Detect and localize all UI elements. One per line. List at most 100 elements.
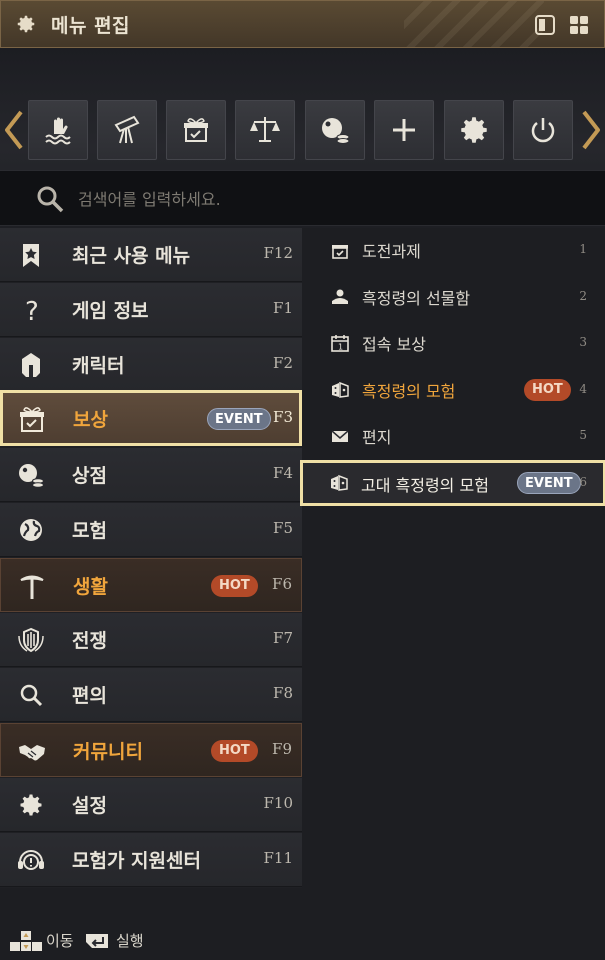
question-icon: ? — [25, 297, 39, 324]
quick-slot-3[interactable] — [166, 100, 226, 160]
plus-icon — [393, 119, 415, 141]
menu-item-war[interactable]: 전쟁 F7 — [0, 613, 302, 667]
sub-item-ancient-spirit-adventure[interactable]: 고대 흑정령의 모험 EVENT 6 — [300, 460, 605, 506]
svg-text:1: 1 — [338, 343, 343, 352]
sub-item-challenges[interactable]: 도전과제 1 — [302, 228, 605, 272]
shortcut-key: F4 — [273, 464, 293, 482]
gift-check-icon — [332, 245, 348, 259]
search-bar — [0, 170, 605, 226]
quick-slot-7[interactable] — [444, 100, 504, 160]
quick-slot-6[interactable] — [374, 100, 434, 160]
sub-item-label: 흑정령의 모험 — [362, 382, 456, 401]
menu-item-community[interactable]: 커뮤니티 HOT F9 — [0, 723, 302, 777]
sub-item-mail[interactable]: 편지 5 — [302, 414, 605, 458]
sub-item-label: 고대 흑정령의 모험 — [361, 476, 489, 495]
quick-slot-5[interactable] — [305, 100, 365, 160]
category-menu: 최근 사용 메뉴 F12 ? 게임 정보 F1 캐릭터 F2 보상 EVENT … — [0, 228, 302, 888]
menu-item-label: 최근 사용 메뉴 — [72, 245, 191, 267]
spirit-gift-icon — [332, 289, 348, 304]
gear-icon — [17, 15, 35, 33]
gift-box-icon — [184, 118, 208, 142]
footer-hints: 이동 실행 — [0, 888, 605, 960]
sub-item-label: 흑정령의 선물함 — [362, 289, 471, 308]
sub-item-number: 4 — [579, 382, 587, 396]
shop-coins-icon — [19, 464, 44, 488]
quick-slot-2[interactable] — [97, 100, 157, 160]
headset-icon — [18, 850, 44, 870]
envelope-icon — [331, 430, 349, 442]
sub-item-spirit-adventure[interactable]: 흑정령의 모험 HOT 4 — [302, 368, 605, 412]
scroll-telescope-icon — [114, 115, 140, 144]
chevron-right-icon[interactable] — [580, 110, 602, 150]
sub-item-spirit-gift[interactable]: 흑정령의 선물함 2 — [302, 275, 605, 319]
grid-layout-icon[interactable] — [568, 14, 590, 36]
sub-item-login-reward[interactable]: 1 접속 보상 3 — [302, 321, 605, 365]
search-icon — [37, 186, 64, 213]
menu-item-label: 편의 — [72, 685, 107, 707]
sub-item-number: 1 — [579, 242, 587, 256]
magnifier-icon — [20, 684, 43, 707]
sidebar-layout-icon[interactable] — [534, 14, 556, 36]
scales-icon — [250, 117, 280, 142]
menu-item-game-info[interactable]: ? 게임 정보 F1 — [0, 283, 302, 337]
chevron-left-icon[interactable] — [3, 110, 25, 150]
menu-item-life[interactable]: 생활 HOT F6 — [0, 558, 302, 612]
menu-item-label: 전쟁 — [72, 630, 107, 652]
sub-menu: 도전과제 1 흑정령의 선물함 2 1 접속 보상 3 흑정령의 모험 HOT … — [300, 228, 605, 960]
handshake-icon — [19, 745, 45, 761]
menu-item-shop[interactable]: 상점 F4 — [0, 448, 302, 502]
pickaxe-icon — [20, 575, 44, 599]
helmet-icon — [22, 353, 40, 377]
menu-item-support[interactable]: 모험가 지원센터 F11 — [0, 833, 302, 887]
title-decoration — [404, 1, 544, 47]
menu-item-convenience[interactable]: 편의 F8 — [0, 668, 302, 722]
shop-coins-icon — [322, 118, 350, 144]
shortcut-key: F1 — [273, 299, 293, 317]
menu-item-settings[interactable]: 설정 F10 — [0, 778, 302, 832]
sub-item-number: 6 — [579, 475, 587, 489]
menu-item-label: 보상 — [73, 409, 108, 431]
menu-item-adventure[interactable]: 모험 F5 — [0, 503, 302, 557]
gear-icon — [20, 794, 42, 816]
enter-key-icon — [86, 934, 108, 948]
menu-item-label: 모험 — [72, 520, 107, 542]
menu-item-character[interactable]: 캐릭터 F2 — [0, 338, 302, 392]
bookmark-star-icon — [23, 244, 39, 267]
calendar-icon: 1 — [331, 335, 349, 352]
menu-item-label: 생활 — [73, 576, 108, 598]
window-title: 메뉴 편집 — [51, 15, 131, 37]
menu-item-recent[interactable]: 최근 사용 메뉴 F12 — [0, 228, 302, 282]
menu-item-label: 모험가 지원센터 — [72, 850, 201, 872]
quick-slot-8[interactable] — [513, 100, 573, 160]
sub-item-label: 편지 — [362, 428, 392, 447]
sub-item-label: 접속 보상 — [362, 335, 426, 354]
quick-slot-1[interactable] — [28, 100, 88, 160]
shortcut-key: F11 — [263, 849, 294, 867]
event-badge: EVENT — [517, 472, 581, 494]
menu-item-label: 설정 — [72, 795, 107, 817]
move-hint-label: 이동 — [46, 932, 74, 950]
sub-item-number: 2 — [579, 289, 587, 303]
shortcut-key: F2 — [273, 354, 293, 372]
hot-badge: HOT — [524, 379, 571, 401]
shortcut-key: F5 — [273, 519, 293, 537]
shortcut-key: F9 — [272, 740, 292, 758]
hot-badge: HOT — [211, 740, 258, 762]
gift-box-icon — [20, 407, 44, 432]
title-bar: 메뉴 편집 — [0, 0, 605, 48]
hot-badge: HOT — [211, 575, 258, 597]
svg-text:?: ? — [25, 297, 39, 324]
quick-slot-4[interactable] — [235, 100, 295, 160]
menu-item-rewards[interactable]: 보상 EVENT F3 — [0, 390, 302, 446]
shortcut-key: F7 — [273, 629, 293, 647]
search-input[interactable] — [78, 183, 578, 215]
shield-swords-icon — [18, 627, 44, 653]
power-icon — [531, 118, 555, 143]
shortcut-key: F12 — [263, 244, 294, 262]
menu-item-label: 캐릭터 — [72, 355, 125, 377]
gear-icon — [461, 117, 487, 143]
sub-item-label: 도전과제 — [362, 242, 421, 261]
shortcut-key: F10 — [263, 794, 294, 812]
shortcut-key: F3 — [273, 408, 293, 426]
quick-bar-area — [0, 48, 605, 228]
